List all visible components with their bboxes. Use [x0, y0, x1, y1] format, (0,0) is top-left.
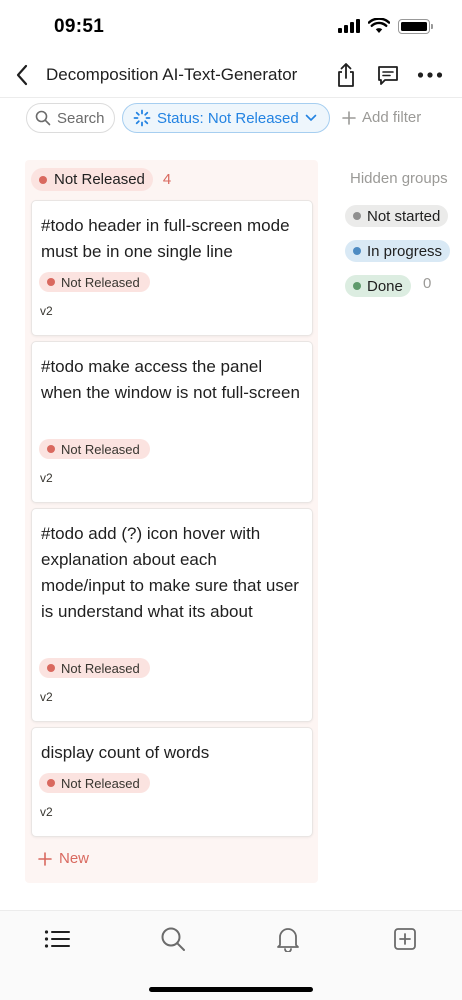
status-dot-icon — [39, 175, 47, 184]
status-icons — [338, 18, 433, 34]
card-title: #todo make access the panel when the win… — [41, 357, 300, 402]
tab-search[interactable] — [158, 925, 188, 953]
tab-new-page[interactable] — [390, 925, 420, 953]
board-card[interactable]: #todo make access the panel when the win… — [31, 341, 313, 503]
column-header: Not Released 4 — [31, 168, 171, 191]
status-dot-icon — [47, 779, 55, 787]
card-title: display count of words — [41, 743, 210, 762]
card-status-tag: Not Released — [39, 658, 150, 678]
comment-icon — [378, 66, 398, 85]
share-button[interactable] — [331, 60, 361, 90]
card-status-label: Not Released — [61, 775, 140, 791]
card-status-tag: Not Released — [39, 272, 150, 292]
add-filter-label: Add filter — [362, 109, 422, 126]
status-dot-icon — [47, 278, 55, 286]
card-status-label: Not Released — [61, 660, 140, 676]
hidden-groups-title: Hidden groups — [350, 170, 448, 187]
board-card[interactable]: #todo add (?) icon hover with explanatio… — [31, 508, 313, 722]
card-version: v2 — [40, 690, 53, 704]
status-dot-icon — [353, 212, 361, 220]
search-icon — [161, 927, 185, 951]
nav-bar: Decomposition AI-Text-Generator — [0, 52, 462, 98]
more-icon — [417, 72, 443, 78]
back-chevron-icon — [16, 64, 28, 86]
search-chip[interactable]: Search — [26, 103, 115, 133]
card-status-tag: Not Released — [39, 773, 150, 793]
chevron-down-icon — [305, 114, 317, 121]
tab-home[interactable] — [42, 925, 72, 953]
status-bar: 09:51 — [0, 0, 462, 52]
share-icon — [338, 63, 354, 87]
list-icon — [44, 930, 70, 948]
plus-icon — [38, 851, 52, 866]
home-indicator — [149, 987, 313, 992]
hidden-group-label: In progress — [367, 242, 443, 260]
more-button[interactable] — [415, 60, 445, 90]
search-icon — [35, 110, 51, 126]
hidden-group-done[interactable]: Done — [345, 275, 411, 297]
battery-icon — [398, 18, 433, 34]
board-card[interactable]: display count of words Not Released v2 — [31, 727, 313, 837]
new-card-label: New — [59, 850, 90, 867]
card-status-tag: Not Released — [39, 439, 150, 459]
status-time: 09:51 — [54, 16, 105, 37]
back-button[interactable] — [10, 62, 34, 88]
page-title: Decomposition AI-Text-Generator — [46, 65, 298, 84]
card-status-label: Not Released — [61, 274, 140, 290]
plus-icon — [342, 110, 356, 125]
bell-icon — [277, 928, 299, 952]
status-dot-icon — [353, 282, 361, 290]
wifi-icon — [368, 18, 390, 33]
hidden-group-not-started[interactable]: Not started — [345, 205, 449, 227]
bottom-tab-bar — [0, 910, 462, 1000]
card-status-label: Not Released — [61, 441, 140, 457]
status-dot-icon — [47, 445, 55, 453]
new-card-button[interactable]: New — [38, 850, 89, 867]
add-filter-button[interactable]: Add filter — [342, 109, 421, 126]
filter-row: Search Status: Not Released Add filter — [0, 103, 462, 135]
card-version: v2 — [40, 471, 53, 485]
hidden-group-label: Not started — [367, 207, 441, 225]
card-title: #todo header in full-screen mode must be… — [41, 216, 290, 261]
column-label: Not Released — [54, 171, 145, 188]
cellular-signal-icon — [338, 19, 360, 33]
status-dot-icon — [47, 664, 55, 672]
new-page-icon — [394, 928, 416, 950]
hidden-group-in-progress[interactable]: In progress — [345, 240, 451, 262]
column-count: 4 — [162, 171, 172, 188]
card-title: #todo add (?) icon hover with explanatio… — [41, 524, 299, 621]
hidden-group-label: Done — [367, 277, 403, 295]
board-card[interactable]: #todo header in full-screen mode must be… — [31, 200, 313, 336]
status-filter-chip[interactable]: Status: Not Released — [122, 103, 330, 133]
status-spinner-icon — [133, 109, 151, 127]
tab-notifications[interactable] — [273, 925, 303, 953]
card-version: v2 — [40, 805, 53, 819]
card-version: v2 — [40, 304, 53, 318]
board-column-not-released: Not Released 4 #todo header in full-scre… — [25, 160, 318, 883]
comments-button[interactable] — [373, 60, 403, 90]
column-label-pill[interactable]: Not Released — [31, 168, 153, 191]
hidden-group-done-count: 0 — [423, 275, 432, 292]
status-dot-icon — [353, 247, 361, 255]
search-chip-label: Search — [57, 109, 105, 127]
status-filter-label: Status: Not Released — [157, 109, 299, 127]
